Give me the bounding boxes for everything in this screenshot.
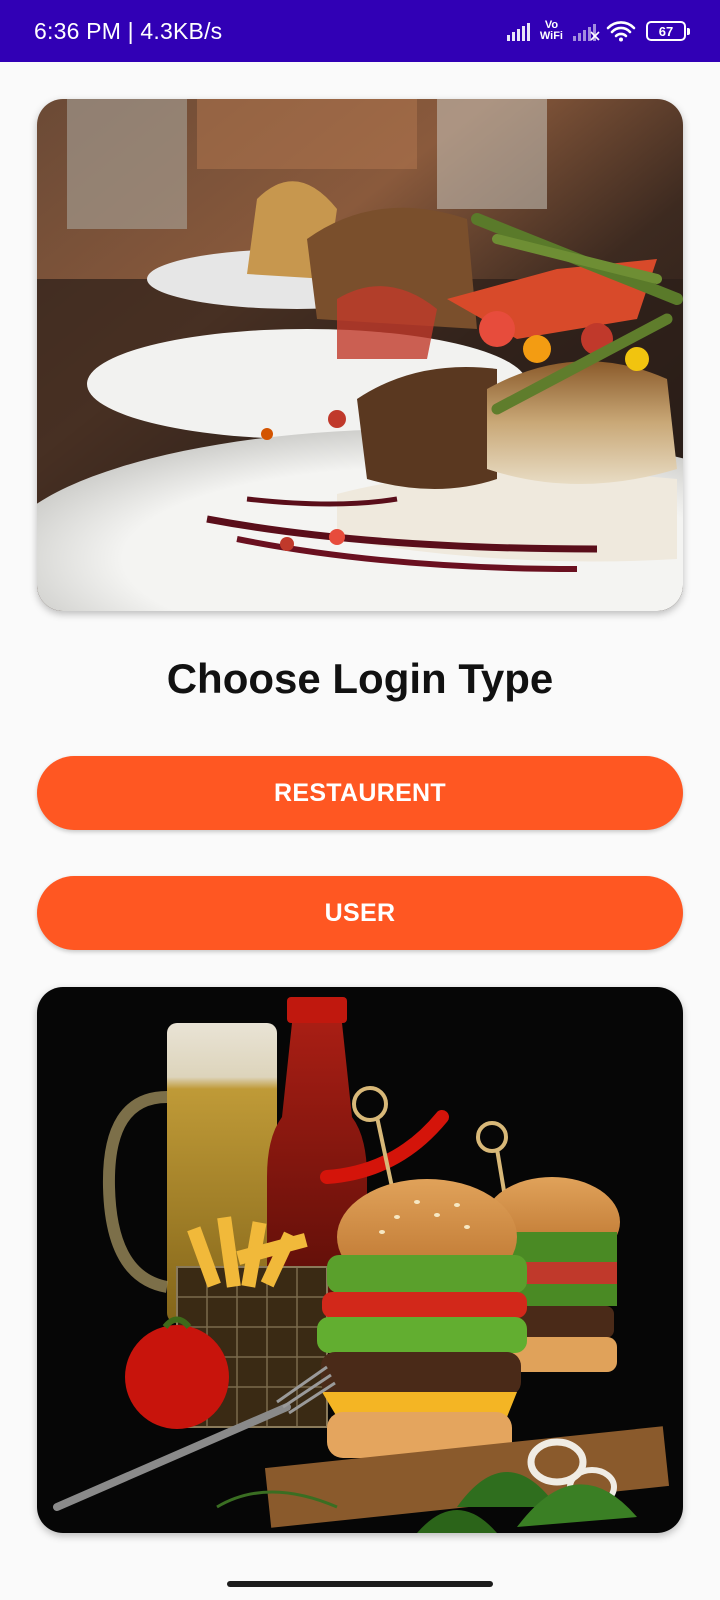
vowifi-icon: Vo WiFi (540, 20, 563, 42)
user-login-button[interactable]: USER (37, 876, 683, 950)
battery-level: 67 (658, 23, 674, 39)
signal-no-service-icon (573, 21, 600, 41)
home-gesture-bar[interactable] (227, 1581, 493, 1587)
burgers-fries-beer-photo (37, 987, 683, 1533)
plated-fish-dish-photo (37, 99, 683, 611)
status-bar: 6:36 PM | 4.3KB/s Vo WiFi 67 (0, 0, 720, 62)
status-icons: Vo WiFi 67 (506, 20, 690, 42)
signal-icon (506, 21, 530, 41)
battery-icon: 67 (646, 21, 690, 41)
status-left: 6:36 PM | 4.3KB/s (34, 18, 222, 45)
status-separator: | (121, 17, 141, 44)
vowifi-bottom: WiFi (539, 30, 563, 42)
status-time: 6:36 PM (34, 17, 122, 44)
network-speed: 4.3KB/s (140, 17, 223, 44)
page-title: Choose Login Type (166, 655, 554, 702)
wifi-icon (606, 21, 636, 42)
hero-image-top (37, 99, 683, 611)
hero-image-bottom (37, 987, 683, 1533)
restaurant-login-button[interactable]: RESTAURENT (37, 756, 683, 830)
